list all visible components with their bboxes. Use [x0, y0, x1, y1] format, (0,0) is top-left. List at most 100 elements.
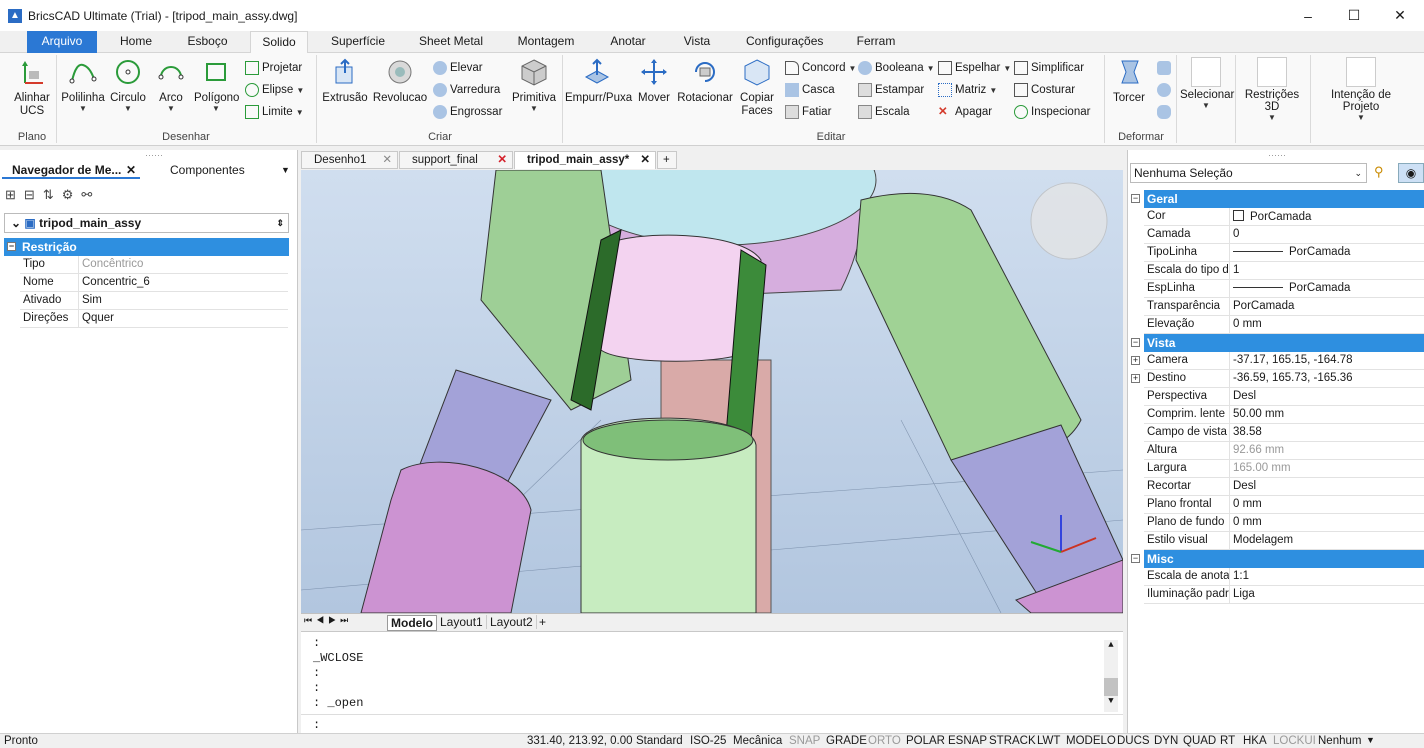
circulo-button[interactable]: Circulo ▼: [108, 57, 148, 113]
poligono-button[interactable]: Polígono ▼: [194, 57, 239, 113]
add-layout-button[interactable]: +: [539, 615, 546, 629]
close-icon[interactable]: ✕: [382, 152, 392, 169]
property-row[interactable]: Estilo visual Modelagem: [1144, 532, 1424, 550]
chevron-down-icon[interactable]: ▼: [1366, 735, 1375, 745]
model-viewport[interactable]: [301, 170, 1123, 613]
property-row[interactable]: TipoLinha PorCamada: [1144, 244, 1424, 262]
property-row[interactable]: Elevação 0 mm: [1144, 316, 1424, 334]
deform-tool-2-icon[interactable]: [1157, 83, 1171, 97]
property-row[interactable]: EspLinha PorCamada: [1144, 280, 1424, 298]
tree-add-icon[interactable]: ⊟: [24, 187, 35, 203]
selection-dropdown[interactable]: Nenhuma Seleção ⌄: [1130, 163, 1367, 183]
layout-tab-layout1[interactable]: Layout1: [437, 615, 487, 629]
navigation-wheel[interactable]: [1030, 182, 1108, 260]
doc-tab-desenho1[interactable]: Desenho1 ✕: [301, 151, 398, 169]
alinhar-ucs-button[interactable]: Alinhar UCS: [10, 57, 54, 118]
collapse-icon[interactable]: −: [1131, 554, 1140, 563]
status-toggle-nenhum[interactable]: Nenhum: [1318, 735, 1361, 747]
deform-tool-3-icon[interactable]: [1157, 105, 1171, 119]
restriction-row[interactable]: Nome Concentric_6: [20, 274, 288, 292]
status-toggle-esnap[interactable]: ESNAP: [948, 735, 987, 747]
property-row[interactable]: Camada 0: [1144, 226, 1424, 244]
property-row[interactable]: Cor PorCamada: [1144, 208, 1424, 226]
tab-solido[interactable]: Solido: [250, 31, 308, 53]
property-row[interactable]: Escala de anotaç 1:1: [1144, 568, 1424, 586]
close-icon[interactable]: ✕: [126, 162, 136, 178]
collapse-icon[interactable]: −: [1131, 194, 1140, 203]
estampar-button[interactable]: Estampar: [858, 83, 924, 97]
tab-home[interactable]: Home: [110, 31, 162, 53]
section-geral[interactable]: Geral: [1144, 190, 1424, 208]
status-toggle-mecnica[interactable]: Mecânica: [733, 735, 782, 747]
tab-montagem[interactable]: Montagem: [512, 31, 580, 53]
status-toggle-lockui[interactable]: LOCKUI: [1273, 735, 1316, 747]
elevar-button[interactable]: Elevar: [433, 61, 483, 75]
property-row[interactable]: Iluminação padrã Liga: [1144, 586, 1424, 604]
status-toggle-grade[interactable]: GRADE: [826, 735, 867, 747]
copiar-faces-button[interactable]: Copiar Faces: [737, 57, 777, 118]
property-row[interactable]: Plano frontal 0 mm: [1144, 496, 1424, 514]
status-toggle-orto[interactable]: ORTO: [868, 735, 901, 747]
costurar-button[interactable]: Costurar: [1014, 83, 1075, 97]
booleana-button[interactable]: Booleana ▼: [858, 61, 935, 75]
status-toggle-iso25[interactable]: ISO-25: [690, 735, 726, 747]
restriction-row[interactable]: Tipo Concêntrico: [20, 256, 288, 274]
status-toggle-standard[interactable]: Standard: [636, 735, 683, 747]
section-restricao[interactable]: − Restrição: [4, 238, 289, 256]
restriction-row[interactable]: Direções Qquer: [20, 310, 288, 328]
command-scrollbar[interactable]: ▲ ▼: [1104, 640, 1118, 712]
filter-icon[interactable]: ⚲: [1374, 164, 1390, 180]
tab-vista[interactable]: Vista: [676, 31, 718, 53]
close-button[interactable]: ✕: [1377, 0, 1423, 31]
revolucao-button[interactable]: Revolucao: [372, 57, 428, 104]
collapse-icon[interactable]: −: [7, 242, 16, 251]
primitiva-button[interactable]: Primitiva ▼: [510, 57, 558, 113]
tab-componentes[interactable]: Componentes: [170, 162, 250, 179]
scroll-arrows-icon[interactable]: ⇕: [276, 214, 284, 232]
status-toggle-hka[interactable]: HKA: [1243, 735, 1267, 747]
status-toggle-ducs[interactable]: DUCS: [1117, 735, 1150, 747]
property-row[interactable]: Altura 92.66 mm: [1144, 442, 1424, 460]
expand-icon[interactable]: +: [1131, 374, 1140, 383]
layout-tab-modelo[interactable]: Modelo: [387, 615, 437, 631]
elipse-button[interactable]: Elipse ▼: [245, 83, 304, 97]
maximize-button[interactable]: ☐: [1331, 0, 1377, 31]
status-toggle-dyn[interactable]: DYN: [1154, 735, 1178, 747]
binoculars-icon[interactable]: ⚯: [81, 187, 92, 203]
torcer-button[interactable]: Torcer: [1108, 57, 1150, 104]
tab-arquivo[interactable]: Arquivo: [27, 31, 97, 53]
minimize-button[interactable]: –: [1285, 0, 1331, 31]
eye-icon[interactable]: ◉: [1398, 163, 1424, 183]
projetar-button[interactable]: Projetar: [245, 61, 302, 75]
espelhar-button[interactable]: Espelhar ▼: [938, 61, 1011, 75]
intencao-projeto-button[interactable]: Intenção de Projeto ▼: [1312, 57, 1410, 122]
property-row[interactable]: Recortar Desl: [1144, 478, 1424, 496]
status-toggle-polar[interactable]: POLAR: [906, 735, 945, 747]
tab-superficie[interactable]: Superfície: [325, 31, 391, 53]
engrossar-button[interactable]: Engrossar: [433, 105, 502, 119]
simplificar-button[interactable]: Simplificar: [1014, 61, 1084, 75]
tab-sheet-metal[interactable]: Sheet Metal: [413, 31, 489, 53]
casca-button[interactable]: Casca: [785, 83, 835, 97]
doc-tab-support-final[interactable]: support_final ✕: [399, 151, 513, 169]
tab-navegador[interactable]: Navegador de Me... ✕: [2, 162, 140, 179]
property-row[interactable]: Largura 165.00 mm: [1144, 460, 1424, 478]
apagar-button[interactable]: ✕ Apagar: [938, 105, 992, 119]
matriz-button[interactable]: Matriz ▼: [938, 83, 997, 97]
empurr-puxa-button[interactable]: Empurr/Puxa: [565, 57, 632, 104]
arco-button[interactable]: Arco ▼: [152, 57, 190, 113]
restricoes-3d-button[interactable]: Restrições 3D ▼: [1237, 57, 1307, 122]
collapse-icon[interactable]: −: [1131, 338, 1140, 347]
inspecionar-button[interactable]: Inspecionar: [1014, 105, 1090, 119]
layout-nav-arrows[interactable]: ⏮◀▶⏭: [304, 615, 352, 626]
limite-button[interactable]: Limite ▼: [245, 105, 304, 119]
tab-esboco[interactable]: Esboço: [180, 31, 235, 53]
status-toggle-lwt[interactable]: LWT: [1037, 735, 1060, 747]
status-toggle-strack[interactable]: STRACK: [989, 735, 1036, 747]
panel-grip[interactable]: ⋯⋯: [1268, 150, 1286, 161]
property-row[interactable]: Destino -36.59, 165.73, -165.36: [1144, 370, 1424, 388]
status-toggle-snap[interactable]: SNAP: [789, 735, 820, 747]
tab-configuracoes[interactable]: Configurações: [742, 31, 826, 53]
rotacionar-button[interactable]: Rotacionar: [677, 57, 733, 104]
doc-tab-tripod-main-assy[interactable]: tripod_main_assy* ✕: [514, 151, 656, 169]
